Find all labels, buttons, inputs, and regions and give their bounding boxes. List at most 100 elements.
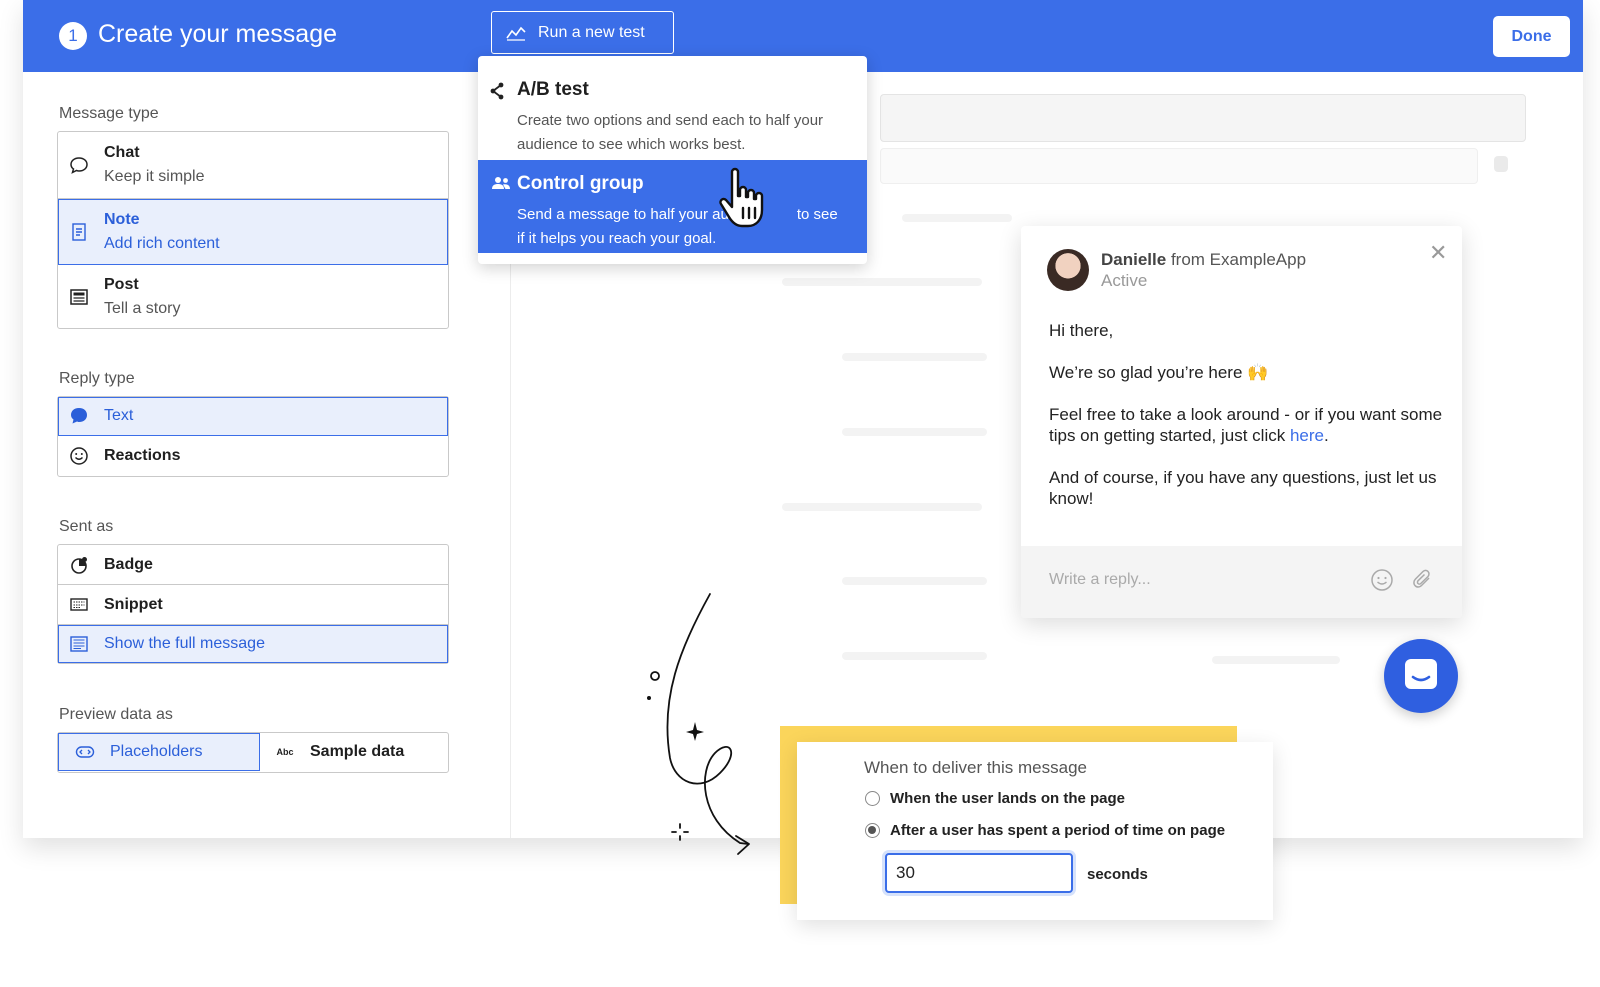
chat-line4: And of course, if you have any questions… — [1049, 468, 1437, 508]
control-group-desc-line2: if it helps you reach your goal. — [517, 230, 717, 247]
option-title: Snippet — [104, 595, 163, 613]
decorative-arrow-doodle — [647, 593, 750, 855]
sender-name: Danielle — [1101, 250, 1167, 269]
message-type-note[interactable]: Note Add rich content — [58, 199, 448, 265]
chat-greeting: Hi there, — [1049, 321, 1114, 340]
option-subtitle: Tell a story — [104, 299, 181, 317]
step-number: 1 — [59, 22, 87, 50]
radio-button[interactable] — [865, 791, 880, 806]
message-type-post[interactable]: Post Tell a story — [58, 265, 448, 328]
avatar — [1047, 249, 1089, 291]
message-type-chat[interactable]: Chat Keep it simple — [58, 132, 448, 199]
post-icon — [68, 286, 90, 308]
radio-button[interactable] — [865, 823, 880, 838]
preview-data-label: Preview data as — [59, 706, 173, 723]
sender-org: from ExampleApp — [1170, 250, 1307, 269]
content-placeholder-line — [842, 577, 987, 585]
reply-type-text[interactable]: Text — [58, 397, 448, 436]
reply-type-reactions[interactable]: Reactions — [58, 436, 448, 476]
sent-as-badge[interactable]: Badge — [58, 545, 448, 585]
chat-message-body: Hi there, We’re so glad you’re here 🙌 Fe… — [1049, 320, 1444, 530]
toolbar-placeholder — [880, 148, 1478, 184]
branch-icon — [490, 82, 504, 105]
delivery-title: When to deliver this message — [864, 758, 1087, 777]
control-group-desc-line1: Send a message to half your au — [517, 206, 729, 223]
option-subtitle: Keep it simple — [104, 168, 205, 185]
option-title: Placeholders — [110, 743, 203, 760]
page-title: Create your message — [98, 20, 338, 48]
hand-cursor-icon — [719, 167, 764, 228]
menu-placeholder — [1494, 156, 1508, 172]
chat-line2: We’re so glad you’re here 🙌 — [1049, 363, 1269, 382]
option-subtitle: Add rich content — [104, 234, 220, 252]
run-new-test-label: Run a new test — [538, 23, 645, 41]
snippet-icon — [68, 594, 90, 616]
sent-as-label: Sent as — [59, 518, 114, 535]
control-group-option[interactable]: Control group Send a message to half you… — [478, 160, 867, 253]
chat-line3-text: Feel free to take a look around - or if … — [1049, 405, 1443, 445]
sender-line: Danielle from ExampleApp — [1101, 250, 1306, 270]
option-title: Show the full message — [104, 635, 265, 652]
abc-icon: Abc — [276, 747, 294, 757]
badge-icon — [68, 554, 90, 576]
content-placeholder-line — [902, 214, 1012, 222]
control-group-title: Control group — [517, 173, 644, 194]
content-placeholder-line — [782, 503, 982, 511]
content-placeholder-line — [842, 428, 987, 436]
deliver-after-time-option[interactable]: After a user has spent a period of time … — [865, 822, 1225, 839]
deliver-on-land-option[interactable]: When the user lands on the page — [865, 790, 1125, 807]
subject-field-placeholder — [880, 94, 1526, 142]
option-title: Post — [104, 275, 139, 293]
chat-bubble-icon — [68, 154, 90, 176]
option-title: Sample data — [310, 743, 405, 760]
close-icon[interactable]: ✕ — [1429, 240, 1447, 266]
ab-test-option[interactable]: A/B test Create two options and send eac… — [478, 56, 867, 160]
chat-preview: Danielle from ExampleApp Active ✕ Hi the… — [1021, 226, 1462, 618]
option-title: Reactions — [104, 447, 181, 464]
content-placeholder-line — [842, 652, 987, 660]
reply-placeholder: Write a reply... — [1049, 571, 1151, 588]
emoji-icon[interactable] — [1370, 568, 1394, 592]
trend-icon — [506, 26, 526, 41]
option-title: Badge — [104, 555, 153, 573]
message-type-options: Chat Keep it simple Note Add rich content … — [57, 131, 449, 329]
messenger-icon — [1405, 659, 1437, 689]
speech-bubble-icon — [68, 405, 90, 427]
preview-placeholders[interactable]: Placeholders — [58, 733, 260, 771]
content-placeholder-line — [842, 353, 987, 361]
full-message-icon — [68, 633, 90, 655]
reply-type-options: Text Reactions — [57, 396, 449, 477]
attachment-icon[interactable] — [1411, 568, 1435, 592]
smiley-icon — [68, 445, 90, 467]
note-icon — [68, 221, 90, 243]
messenger-launcher-button[interactable] — [1384, 639, 1458, 713]
content-placeholder-line — [782, 278, 982, 286]
sidebar: Message type Chat Keep it simple Note Add … — [23, 72, 511, 838]
option-title: Note — [104, 210, 140, 228]
delivery-settings-card: When to deliver this message When the us… — [797, 742, 1273, 920]
seconds-input[interactable] — [885, 853, 1073, 893]
run-new-test-button[interactable]: Run a new test — [491, 11, 674, 54]
preview-sample-data[interactable]: Abc Sample data — [260, 733, 448, 771]
sender-status: Active — [1101, 271, 1148, 290]
group-icon — [490, 176, 512, 195]
preview-data-options: Placeholders Abc Sample data — [57, 732, 449, 773]
deliver-after-time-label: After a user has spent a period of time … — [890, 822, 1226, 839]
option-title: Chat — [104, 144, 140, 161]
seconds-label: seconds — [1087, 866, 1148, 883]
control-group-description: Send a message to half your au to see if … — [517, 203, 847, 251]
sent-as-full-message[interactable]: Show the full message — [58, 625, 448, 663]
sent-as-snippet[interactable]: Snippet — [58, 585, 448, 625]
done-button[interactable]: Done — [1493, 16, 1570, 57]
chat-line3: Feel free to take a look around - or if … — [1049, 404, 1444, 446]
message-type-label: Message type — [59, 105, 159, 122]
chat-line3-end: . — [1323, 426, 1329, 445]
reply-type-label: Reply type — [59, 370, 135, 387]
sent-as-options: Badge Snippet Show the full message — [57, 544, 449, 664]
content-placeholder-line — [1212, 656, 1340, 664]
reply-composer[interactable]: Write a reply... — [1021, 546, 1462, 618]
control-group-desc-line1-end: to see — [796, 206, 838, 223]
run-test-dropdown: A/B test Create two options and send eac… — [478, 56, 867, 264]
ab-test-title: A/B test — [517, 79, 589, 100]
here-link[interactable]: here — [1290, 426, 1324, 445]
